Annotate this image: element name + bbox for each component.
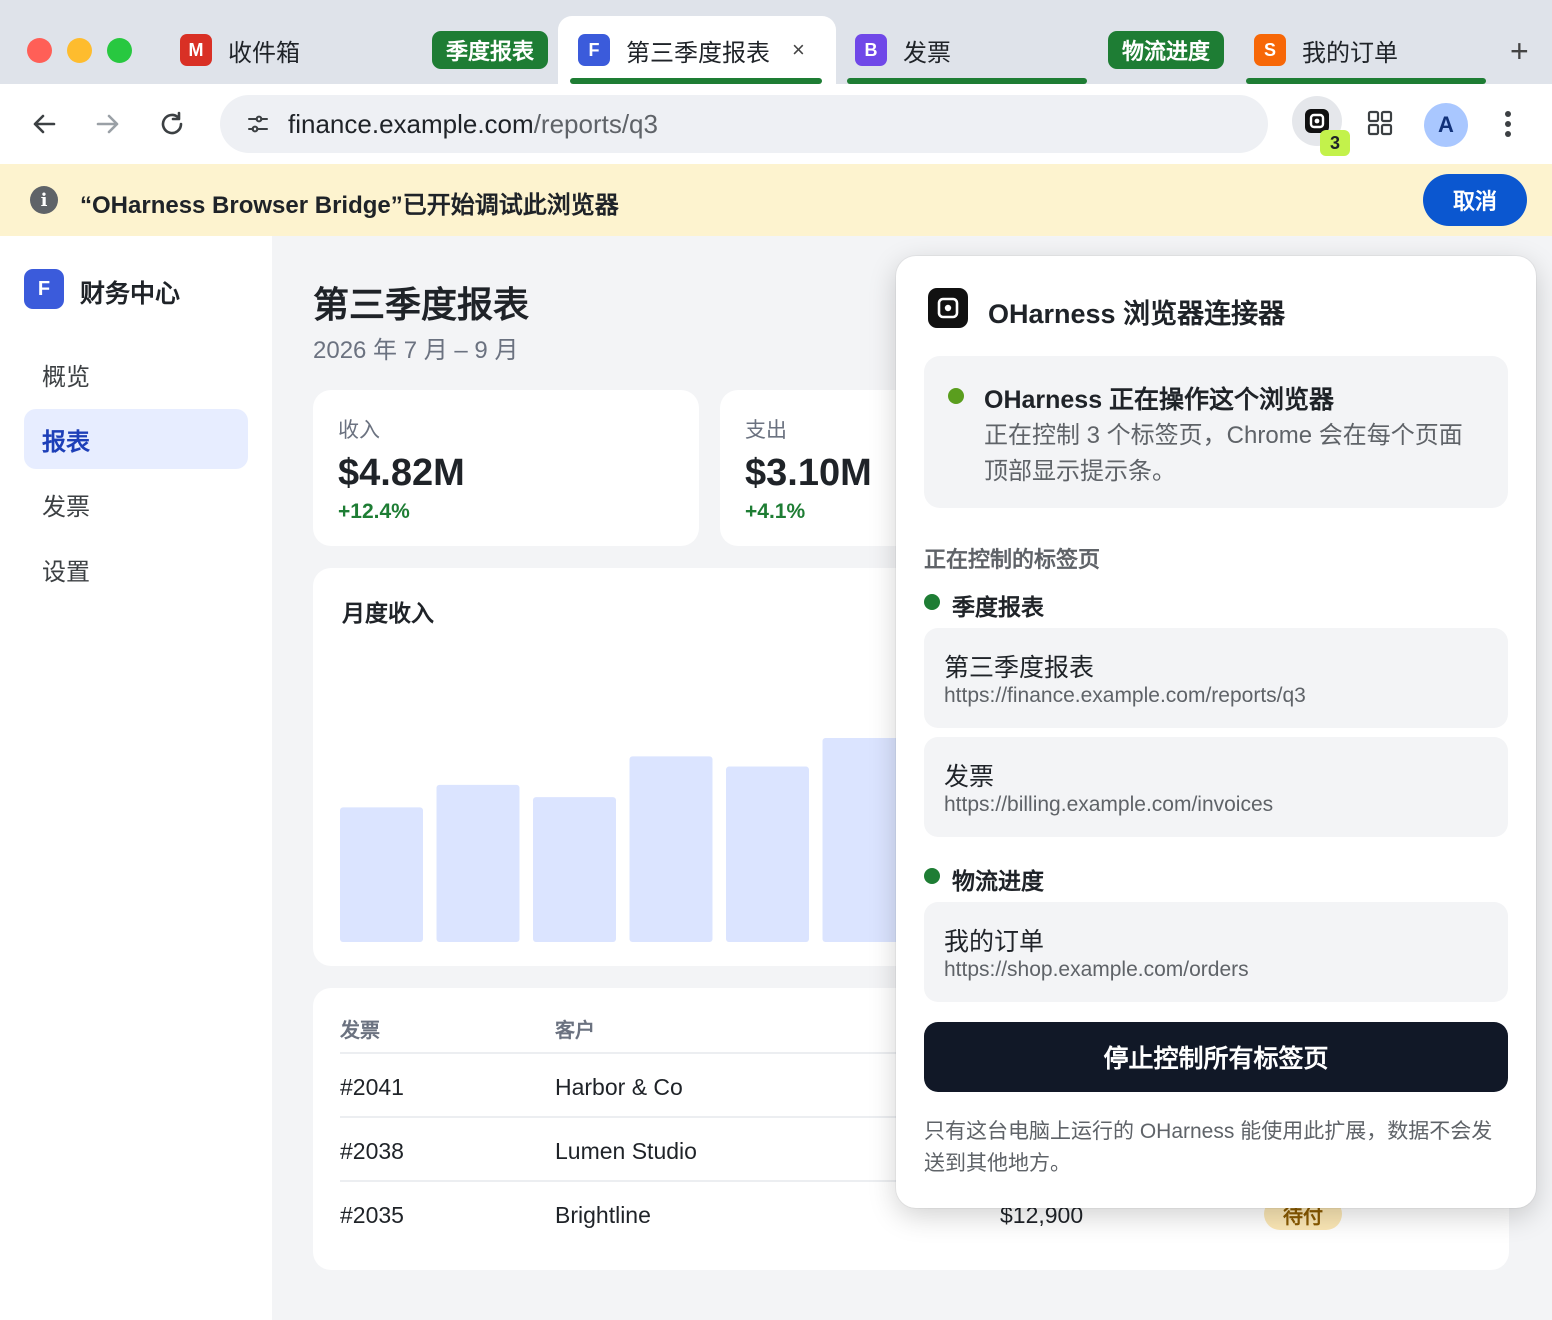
tab-inbox[interactable]: M 收件箱 — [180, 24, 300, 76]
extension-count-badge: 3 — [1320, 130, 1350, 156]
tab-q3-report[interactable]: F 第三季度报表 × — [578, 24, 805, 76]
table-header-invoice: 发票 — [340, 1020, 380, 1042]
tab-orders[interactable]: S 我的订单 — [1254, 24, 1398, 76]
controlled-tab-url: https://finance.example.com/reports/q3 — [944, 684, 1306, 707]
chart-bar-4 — [629, 756, 713, 942]
tab-group-chip-logistics[interactable]: 物流进度 — [1108, 31, 1225, 69]
close-window-button[interactable] — [27, 38, 52, 63]
status-title: OHarness 正在操作这个浏览器 — [984, 386, 1335, 414]
shop-favicon-icon: S — [1254, 34, 1286, 66]
table-cell-invoice-id: #2038 — [340, 1138, 404, 1164]
brand-logo-icon: F — [24, 269, 64, 309]
chart-bar-1 — [340, 807, 423, 942]
table-cell-invoice-id: #2041 — [340, 1074, 404, 1100]
table-cell-client: Brightline — [555, 1202, 651, 1228]
more-menu-icon[interactable] — [1494, 108, 1522, 140]
controlled-tab-url: https://billing.example.com/invoices — [944, 793, 1274, 816]
debugging-infobar: i “OHarness Browser Bridge”已开始调试此浏览器 取消 — [0, 164, 1552, 236]
popup-title: OHarness 浏览器连接器 — [988, 299, 1286, 329]
infobar-message: “OHarness Browser Bridge”已开始调试此浏览器 — [80, 192, 619, 219]
table-cell-client: Lumen Studio — [555, 1138, 697, 1164]
info-icon: i — [30, 186, 58, 214]
kpi-value: $4.82M — [338, 452, 465, 494]
controlled-tab-item[interactable]: 第三季度报表 https://finance.example.com/repor… — [924, 628, 1508, 728]
arrow-right-icon — [96, 114, 119, 134]
chart-bar-2 — [436, 784, 520, 942]
cancel-debugging-button[interactable]: 取消 — [1423, 174, 1527, 226]
sidebar-item-settings[interactable]: 设置 — [24, 539, 248, 599]
controlled-tabs-heading: 正在控制的标签页 — [924, 547, 1101, 572]
oharness-extension-popup: OHarness 浏览器连接器 OHarness 正在操作这个浏览器 正在控制 … — [896, 256, 1536, 1208]
page-subtitle: 2026 年 7 月 – 9 月 — [313, 337, 519, 364]
controlled-tab-url: https://shop.example.com/orders — [944, 958, 1249, 981]
chart-bar-6 — [822, 738, 906, 942]
brand-name: 财务中心 — [80, 280, 181, 308]
url-host: finance.example.com — [288, 108, 534, 139]
address-bar[interactable]: finance.example.com/reports/q3 — [220, 95, 1268, 153]
sidebar-item-invoices[interactable]: 发票 — [24, 474, 248, 534]
controlled-tab-title: 第三季度报表 — [944, 654, 1095, 682]
active-status-dot — [948, 388, 964, 404]
reload-button[interactable] — [154, 106, 190, 142]
controlled-tab-title: 发票 — [944, 763, 995, 791]
billing-favicon-icon: B — [855, 34, 887, 66]
status-description: 正在控制 3 个标签页，Chrome 会在每个页面顶部显示提示条。 — [984, 422, 1463, 485]
group-label-logistics: 物流进度 — [952, 868, 1044, 894]
chart-bar-3 — [533, 797, 616, 942]
kpi-label: 支出 — [745, 419, 787, 442]
reload-icon — [161, 111, 183, 135]
forward-button[interactable] — [90, 106, 126, 142]
tab-invoices[interactable]: B 发票 — [855, 24, 951, 76]
finance-favicon-icon: F — [578, 34, 610, 66]
page-title: 第三季度报表 — [313, 284, 530, 325]
tab-label: 第三季度报表 — [626, 39, 770, 67]
connector-icon — [937, 297, 959, 319]
close-tab-icon[interactable]: × — [792, 37, 805, 63]
group-label-quarterly: 季度报表 — [952, 594, 1044, 620]
stop-controlling-all-tabs-button[interactable]: 停止控制所有标签页 — [924, 1022, 1508, 1092]
minimize-window-button[interactable] — [67, 38, 92, 63]
site-settings-icon[interactable] — [246, 112, 270, 136]
group-color-dot — [924, 594, 940, 610]
privacy-footnote: 只有这台电脑上运行的 OHarness 能使用此扩展，数据不会发送到其他地方。 — [924, 1120, 1493, 1175]
controlled-tab-item[interactable]: 我的订单 https://shop.example.com/orders — [924, 902, 1508, 1002]
new-tab-button[interactable]: + — [1510, 32, 1529, 70]
chart-bar-5 — [726, 766, 809, 942]
tab-group-chip-quarterly[interactable]: 季度报表 — [432, 31, 549, 69]
browser-toolbar: finance.example.com/reports/q3 3 A — [0, 84, 1552, 164]
controlled-tab-item[interactable]: 发票 https://billing.example.com/invoices — [924, 737, 1508, 837]
tab-label: 我的订单 — [1302, 39, 1398, 67]
arrow-left-icon — [33, 114, 56, 134]
controlled-tab-title: 我的订单 — [944, 928, 1045, 956]
back-button[interactable] — [26, 106, 62, 142]
kpi-delta: +12.4% — [338, 500, 410, 523]
url-path: /reports/q3 — [533, 108, 658, 139]
table-cell-invoice-id: #2035 — [340, 1202, 404, 1228]
url-text: finance.example.com/reports/q3 — [288, 109, 658, 140]
maximize-window-button[interactable] — [107, 38, 132, 63]
kpi-card-revenue: 收入 $4.82M +12.4% — [313, 390, 699, 546]
sidebar-item-reports[interactable]: 报表 — [24, 409, 248, 469]
extensions-puzzle-icon[interactable] — [1366, 109, 1394, 137]
tab-label: 收件箱 — [228, 39, 300, 67]
group-color-dot — [924, 868, 940, 884]
sidebar-item-overview[interactable]: 概览 — [24, 344, 248, 404]
kpi-delta: +4.1% — [745, 500, 806, 523]
status-panel: OHarness 正在操作这个浏览器 正在控制 3 个标签页，Chrome 会在… — [924, 356, 1508, 508]
kpi-value: $3.10M — [745, 452, 872, 494]
oharness-logo-icon — [928, 288, 968, 328]
gmail-favicon-icon: M — [180, 34, 212, 66]
profile-avatar[interactable]: A — [1424, 103, 1468, 147]
app-sidebar: F 财务中心 概览 报表 发票 设置 — [0, 236, 272, 1320]
table-cell-client: Harbor & Co — [555, 1074, 683, 1100]
kpi-label: 收入 — [338, 419, 380, 442]
table-header-client: 客户 — [555, 1020, 595, 1042]
tab-label: 发票 — [903, 39, 951, 67]
tab-strip: M 收件箱 季度报表 F 第三季度报表 × B 发票 物流进度 S 我的订单 + — [0, 0, 1552, 86]
